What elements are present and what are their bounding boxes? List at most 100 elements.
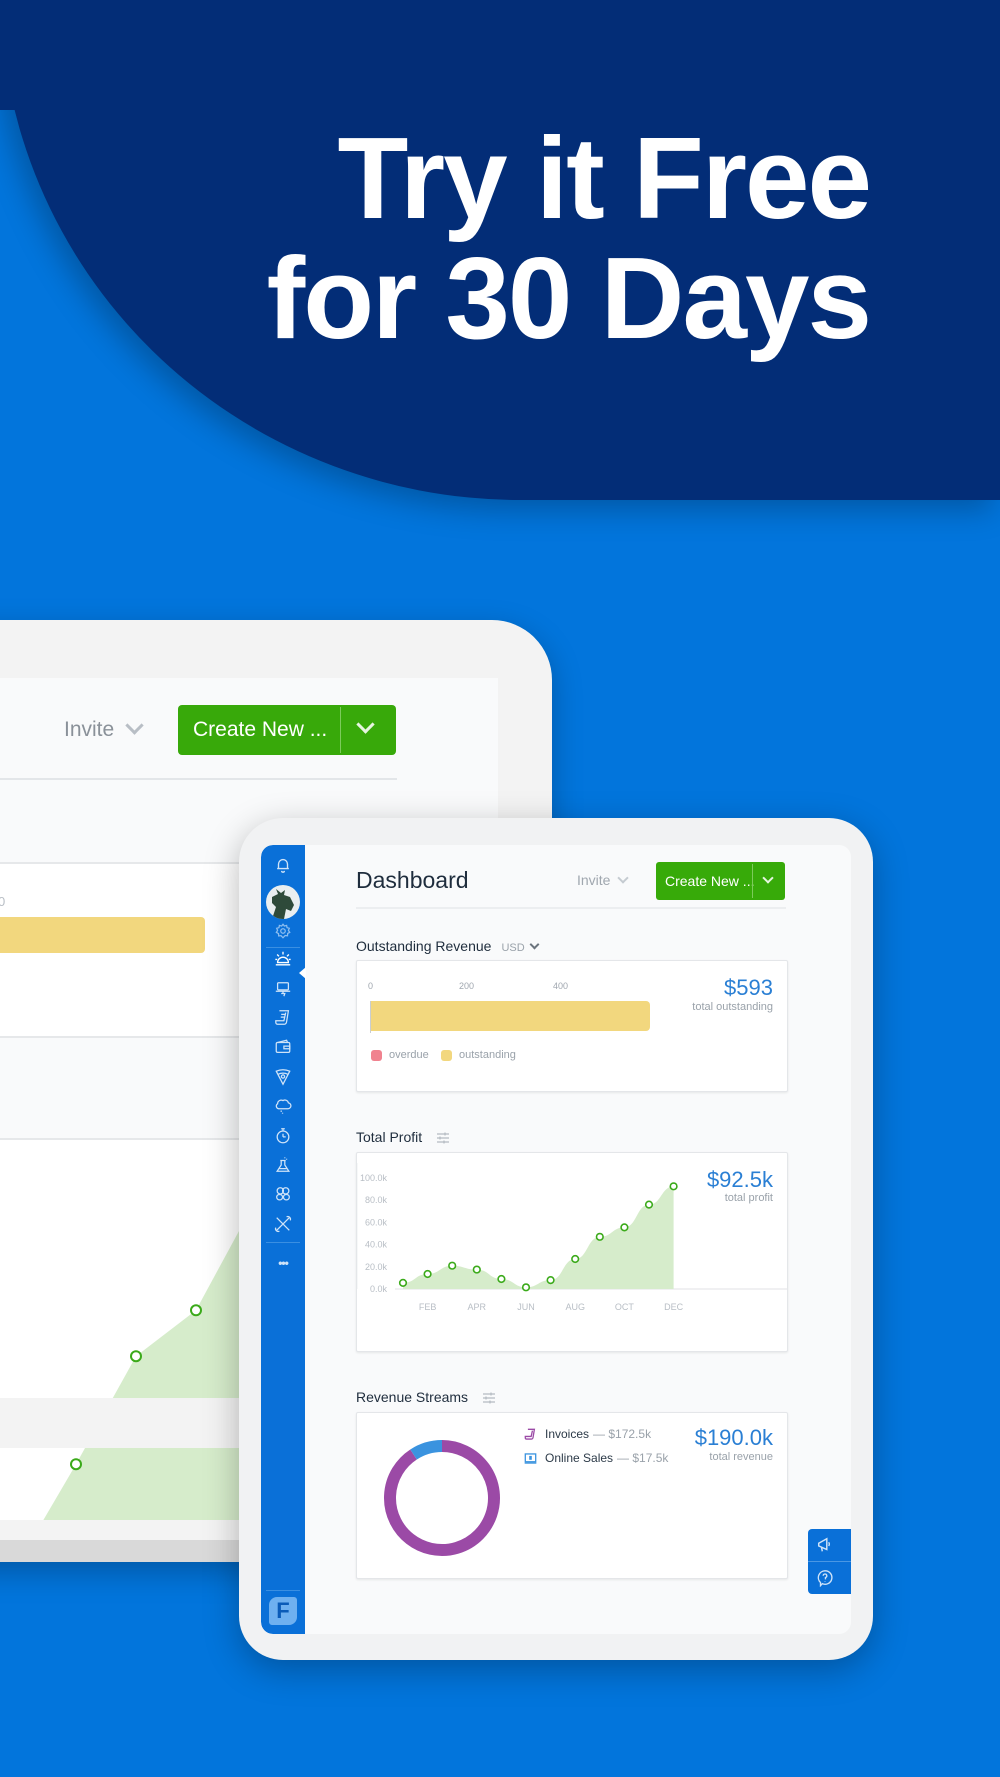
- outstanding-revenue-card: 0 200 400 overdue outstanding $593 total…: [356, 960, 788, 1092]
- total-revenue-label: total revenue: [709, 1451, 773, 1463]
- profit-point-sep[interactable]: [595, 1232, 604, 1241]
- profit-point-oct[interactable]: [620, 1223, 629, 1232]
- stream-amount: — $17.5k: [617, 1451, 669, 1465]
- total-profit-label: total profit: [724, 1192, 773, 1204]
- online-sales-icon: [524, 1452, 537, 1464]
- total-profit-card: 0.0k 20.0k 40.0k 60.0k 80.0k 100.0k FEB APR JUN A…: [356, 1152, 788, 1352]
- feedback-button[interactable]: [808, 1529, 851, 1561]
- y-tick-label: 0.0k: [370, 1284, 388, 1294]
- profit-point-jun[interactable]: [521, 1283, 531, 1292]
- chevron-down-icon[interactable]: [762, 872, 774, 884]
- profit-point-feb[interactable]: [423, 1269, 432, 1279]
- hero-headline: Try it Free for 30 Days: [266, 113, 872, 363]
- settings-sliders-icon[interactable]: [482, 1392, 496, 1404]
- sidebar-divider: [266, 1242, 300, 1243]
- profit-point-aug[interactable]: [571, 1254, 580, 1264]
- x-tick-label: APR: [468, 1302, 487, 1312]
- hero-banner-fill: [0, 0, 560, 110]
- donut-slice-online-sales[interactable]: [410, 1440, 443, 1460]
- bar-tick-label: 0: [368, 981, 374, 991]
- bar-tick-label: 400: [553, 981, 569, 991]
- invite-button[interactable]: Invite: [577, 872, 630, 888]
- y-tick-label: 80.0k: [365, 1195, 388, 1205]
- invoices-icon[interactable]: [273, 1008, 293, 1028]
- sidebar-divider: [266, 1590, 300, 1591]
- create-new-label: Create New ...: [665, 873, 755, 889]
- total-revenue-value: $190.0k: [694, 1425, 773, 1450]
- projects-cloud-icon[interactable]: [273, 1096, 293, 1116]
- more-icon[interactable]: •••: [273, 1253, 293, 1273]
- invite-label: Invite: [577, 872, 611, 888]
- total-profit-title: Total Profit: [356, 1129, 423, 1145]
- legend-item-outstanding: outstanding: [441, 1049, 516, 1061]
- header-divider: [356, 907, 786, 909]
- legend-label: outstanding: [459, 1049, 516, 1061]
- y-tick-label: 60.0k: [365, 1217, 388, 1227]
- revenue-streams-donut: [384, 1440, 500, 1556]
- profit-point-dec[interactable]: [669, 1182, 678, 1191]
- avatar[interactable]: [266, 885, 300, 919]
- stream-item-invoices: Invoices — $172.5k: [524, 1427, 651, 1441]
- profit-point-nov[interactable]: [644, 1200, 654, 1209]
- total-profit-value: $92.5k: [706, 1167, 773, 1192]
- currency-select[interactable]: USD: [501, 939, 540, 954]
- invoice-icon: [524, 1428, 536, 1440]
- revenue-streams-header: Revenue Streams: [356, 1389, 496, 1405]
- clients-icon[interactable]: [273, 979, 293, 999]
- legend-item-overdue: overdue: [371, 1049, 429, 1061]
- team-icon[interactable]: [273, 1184, 293, 1204]
- legend-swatch: [371, 1049, 382, 1061]
- chevron-down-icon: [617, 872, 630, 884]
- legend-swatch: [441, 1049, 452, 1061]
- x-tick-label: JUN: [517, 1302, 535, 1312]
- sidebar-divider: [266, 947, 300, 948]
- sidebar: ••• F: [261, 845, 306, 1634]
- currency-value: USD: [501, 942, 525, 954]
- estimates-icon[interactable]: [273, 1067, 293, 1087]
- profit-point-may[interactable]: [497, 1274, 506, 1284]
- outstanding-bar[interactable]: [371, 1001, 650, 1031]
- back-profit-point-sep: [130, 1350, 142, 1363]
- megaphone-icon: [817, 1537, 830, 1552]
- x-tick-label: DEC: [664, 1302, 684, 1312]
- profit-point-jan[interactable]: [398, 1278, 408, 1287]
- settings-sliders-icon[interactable]: [436, 1132, 450, 1144]
- dashboard-screen: ••• F Dashboard Invite Create New ... Ou…: [261, 845, 851, 1634]
- profit-point-apr[interactable]: [472, 1265, 481, 1274]
- expenses-wallet-icon[interactable]: [273, 1037, 293, 1057]
- stream-name: Invoices: [545, 1427, 590, 1441]
- y-tick-label: 100.0k: [360, 1173, 388, 1183]
- chevron-down-icon: [529, 939, 540, 950]
- hero-line-1: Try it Free: [337, 113, 872, 243]
- page-title: Dashboard: [356, 867, 469, 893]
- profit-area: [403, 1186, 674, 1289]
- total-outstanding-value: $593: [724, 975, 773, 1000]
- button-divider: [752, 864, 753, 898]
- total-outstanding-label: total outstanding: [692, 1001, 773, 1013]
- freshbooks-logo[interactable]: F: [269, 1597, 297, 1625]
- y-tick-label: 40.0k: [365, 1240, 388, 1250]
- back-profit-point-oct: [190, 1304, 202, 1317]
- total-profit-header: Total Profit: [356, 1129, 450, 1145]
- time-tracking-icon[interactable]: [273, 1126, 293, 1146]
- x-tick-label: FEB: [419, 1302, 437, 1312]
- active-indicator: [299, 967, 306, 979]
- tools-icon[interactable]: [273, 1214, 293, 1234]
- hero-line-2: for 30 Days: [266, 233, 872, 363]
- legend-label: overdue: [389, 1049, 429, 1061]
- bell-icon[interactable]: [273, 855, 293, 875]
- profit-point-mar[interactable]: [448, 1261, 457, 1270]
- bar-tick-label: 200: [459, 981, 475, 991]
- back-profit-point-aug: [70, 1458, 82, 1471]
- help-button[interactable]: [808, 1562, 851, 1594]
- x-tick-label: OCT: [615, 1302, 635, 1312]
- gear-icon[interactable]: [273, 921, 293, 941]
- profit-point-jul[interactable]: [546, 1276, 555, 1285]
- revenue-streams-title: Revenue Streams: [356, 1389, 469, 1405]
- stream-item-online-sales: Online Sales — $17.5k: [524, 1451, 668, 1465]
- donut-slice-invoices[interactable]: [384, 1440, 500, 1556]
- revenue-streams-card: Invoices — $172.5k Online Sales — $17.5k…: [356, 1412, 788, 1579]
- dashboard-sunrise-icon[interactable]: [273, 949, 293, 969]
- create-new-button[interactable]: Create New ...: [656, 862, 785, 900]
- lab-flask-icon[interactable]: [273, 1155, 293, 1175]
